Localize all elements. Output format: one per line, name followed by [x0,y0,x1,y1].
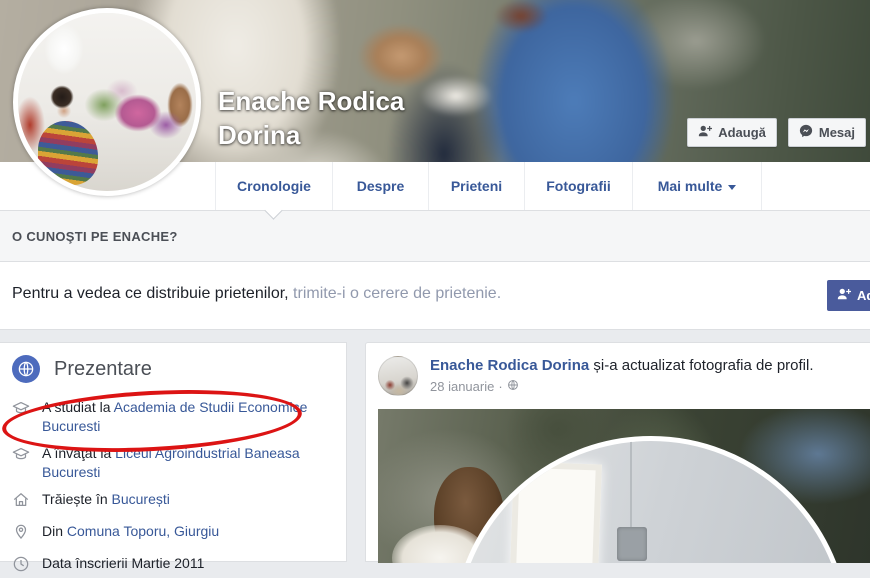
friend-invite-message: Pentru a vedea ce distribuie prietenilor… [12,285,502,302]
friend-invite-row: Pentru a vedea ce distribuie prietenilor… [0,262,870,330]
graduation-cap-icon [12,444,30,482]
cover-action-buttons: Adaugă Mesaj [687,118,866,147]
globe-badge-icon [12,355,40,383]
add-friend-button-primary[interactable]: Adaugă [827,280,870,311]
intro-list: A studiat la Academia de Studii Economic… [12,398,334,578]
location-pin-icon [12,522,30,546]
tab-mai-multe[interactable]: Mai multe [633,162,762,210]
tab-fotografii[interactable]: Fotografii [525,162,633,210]
new-profile-photo-circle [452,436,850,563]
post-author-avatar[interactable] [378,356,418,396]
person-add-icon [837,287,852,304]
post-action-text: și-a actualizat fotografia de profil. [589,357,814,374]
intro-item-school: A învăţat la Liceul Agroindustrial Banea… [12,444,334,482]
home-icon [12,490,30,514]
tab-prieteni[interactable]: Prieteni [429,162,525,210]
intro-card: Prezentare A studiat la Academia de Stud… [0,342,347,572]
post-photo-art-layer [508,461,602,563]
intro-item-lives-in: Trăiește în București [12,490,334,514]
post-card: Enache Rodica Dorina și-a actualizat fot… [365,342,870,563]
globe-icon [507,379,519,394]
messenger-icon [799,124,813,141]
graduation-cap-icon [12,398,30,436]
profile-name: Enache Rodica Dorina [218,86,405,150]
intro-item-joined: Data înscrierii Martie 2011 [12,554,334,578]
post-author-link[interactable]: Enache Rodica Dorina [430,357,589,374]
city-link[interactable]: București [112,491,170,507]
post-photo-art-layer [617,527,647,561]
profile-picture[interactable] [13,8,201,196]
message-button[interactable]: Mesaj [787,118,866,147]
know-section-title: O CUNOŞTI PE ENACHE? [12,228,178,244]
tab-despre[interactable]: Despre [333,162,429,210]
post-photo[interactable] [378,409,870,563]
clock-icon [12,554,30,578]
person-add-icon [698,124,713,141]
post-header: Enache Rodica Dorina și-a actualizat fot… [430,343,870,394]
caret-down-icon [728,185,737,190]
post-photo-art-layer [630,441,632,529]
post-timestamp[interactable]: 28 ianuarie · [430,379,870,394]
know-section-header: O CUNOŞTI PE ENACHE? [0,211,870,262]
add-friend-button[interactable]: Adaugă [687,118,777,147]
intro-header: Prezentare [12,355,334,383]
intro-title: Prezentare [54,357,152,380]
hometown-link[interactable]: Comuna Toporu, Giurgiu [67,523,219,539]
intro-item-from: Din Comuna Toporu, Giurgiu [12,522,334,546]
intro-item-studied: A studiat la Academia de Studii Economic… [12,398,334,436]
